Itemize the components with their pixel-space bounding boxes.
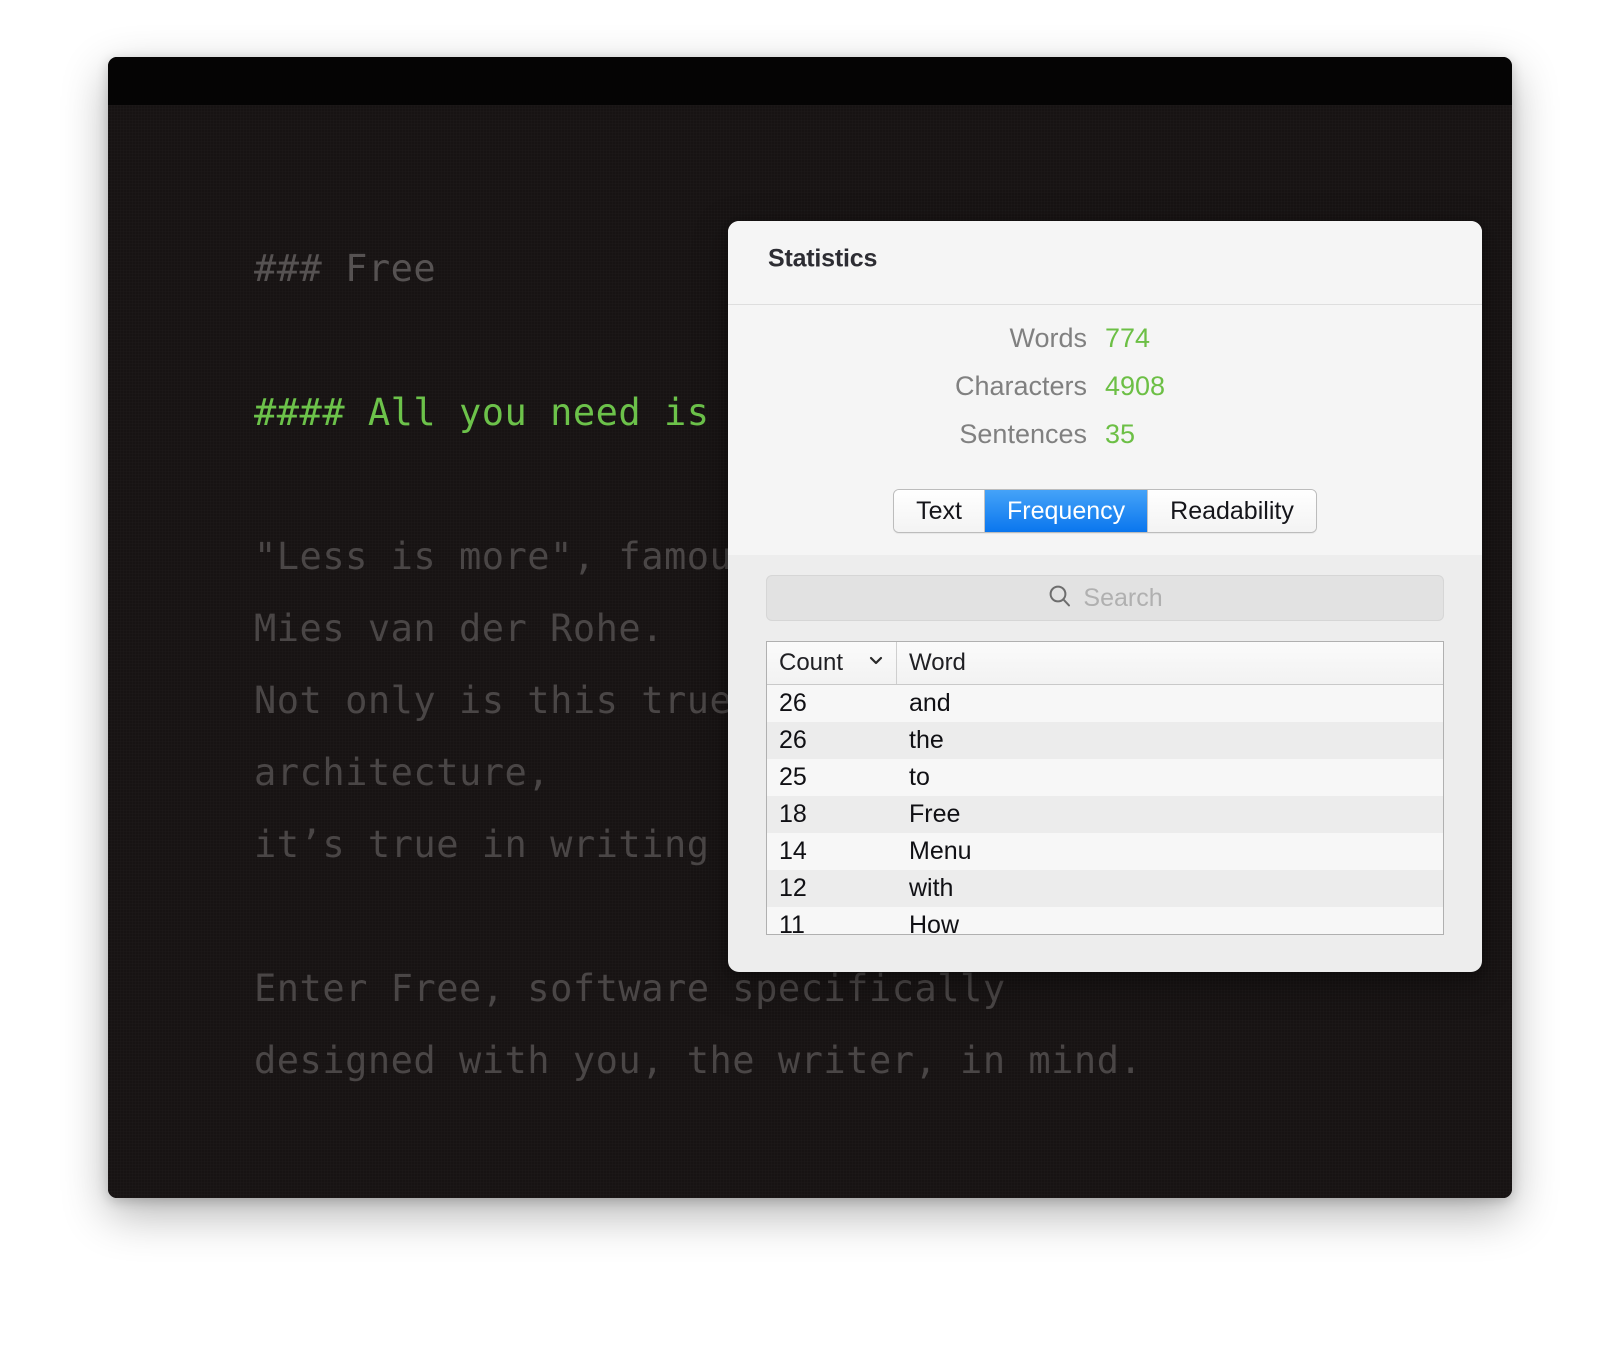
table-row[interactable]: 26 the [767,722,1443,759]
cell-word: Free [909,800,961,828]
cell-count: 12 [779,874,807,902]
popover-title: Statistics [768,244,878,273]
cell-count: 25 [779,763,807,791]
stat-label-words: Words [1009,323,1087,353]
column-header-word[interactable]: Word [897,642,1443,684]
cell-word: with [909,874,954,902]
segmented-control[interactable]: Text Frequency Readability [893,489,1317,533]
statistics-summary: Words 774 Characters 4908 Sentences 35 [728,305,1482,475]
screen: ### Free #### All you need is less. "Less … [0,0,1622,1362]
table-row[interactable]: 26 and [767,685,1443,722]
cell-count: 14 [779,837,807,865]
table-row[interactable]: 11 How [767,907,1443,935]
table-header-row: Count Word [767,642,1443,685]
stat-value-words: 774 [1105,323,1151,353]
cell-word: and [909,689,951,717]
search-placeholder: Search [1083,583,1163,612]
popover-header: Statistics [728,221,1482,305]
frequency-table[interactable]: Count Word 26 and 26 the 25 to 18 Free 14 Menu 12 w… [766,641,1444,935]
editor-window: ### Free #### All you need is less. "Less … [108,57,1512,1198]
tab-bar: Text Frequency Readability [728,475,1482,555]
search-inner: Search [1047,583,1163,614]
cell-word: the [909,726,944,754]
stat-row-characters: Characters 4908 [728,371,1482,419]
window-title-bar[interactable] [108,57,1512,105]
tab-text[interactable]: Text [894,490,986,532]
tab-frequency[interactable]: Frequency [985,490,1149,532]
cell-count: 26 [779,689,807,717]
stat-label-characters: Characters [954,371,1087,401]
table-area: Count Word 26 and 26 the 25 to 18 Free 14 Menu 12 w… [728,633,1482,935]
editor-line: designed with you, the writer, in mind. [254,1039,1143,1082]
cell-word: How [909,911,960,935]
table-row[interactable]: 12 with [767,870,1443,907]
table-row[interactable]: 14 Menu [767,833,1443,870]
column-header-count-label: Count [779,649,844,676]
search-icon [1047,583,1073,614]
cell-count: 18 [779,800,807,828]
stat-row-words: Words 774 [728,323,1482,371]
cell-word: to [909,763,930,791]
table-row[interactable]: 25 to [767,759,1443,796]
search-input[interactable]: Search [766,575,1444,621]
statistics-popover: Statistics Words 774 Characters 4908 Sen… [728,221,1482,972]
cell-count: 11 [779,911,805,935]
table-body: 26 and 26 the 25 to 18 Free 14 Menu 12 with 11 How [767,685,1443,935]
stat-label-sentences: Sentences [959,419,1087,449]
cell-count: 26 [779,726,807,754]
search-area: Search [728,555,1482,633]
chevron-down-icon [866,649,886,677]
cell-word: Menu [909,837,972,865]
stat-value-characters: 4908 [1105,371,1166,401]
tab-readability[interactable]: Readability [1148,490,1316,532]
stat-row-sentences: Sentences 35 [728,419,1482,467]
column-header-count[interactable]: Count [767,642,897,684]
column-header-word-label: Word [909,649,966,676]
stat-value-sentences: 35 [1105,419,1136,449]
table-row[interactable]: 18 Free [767,796,1443,833]
